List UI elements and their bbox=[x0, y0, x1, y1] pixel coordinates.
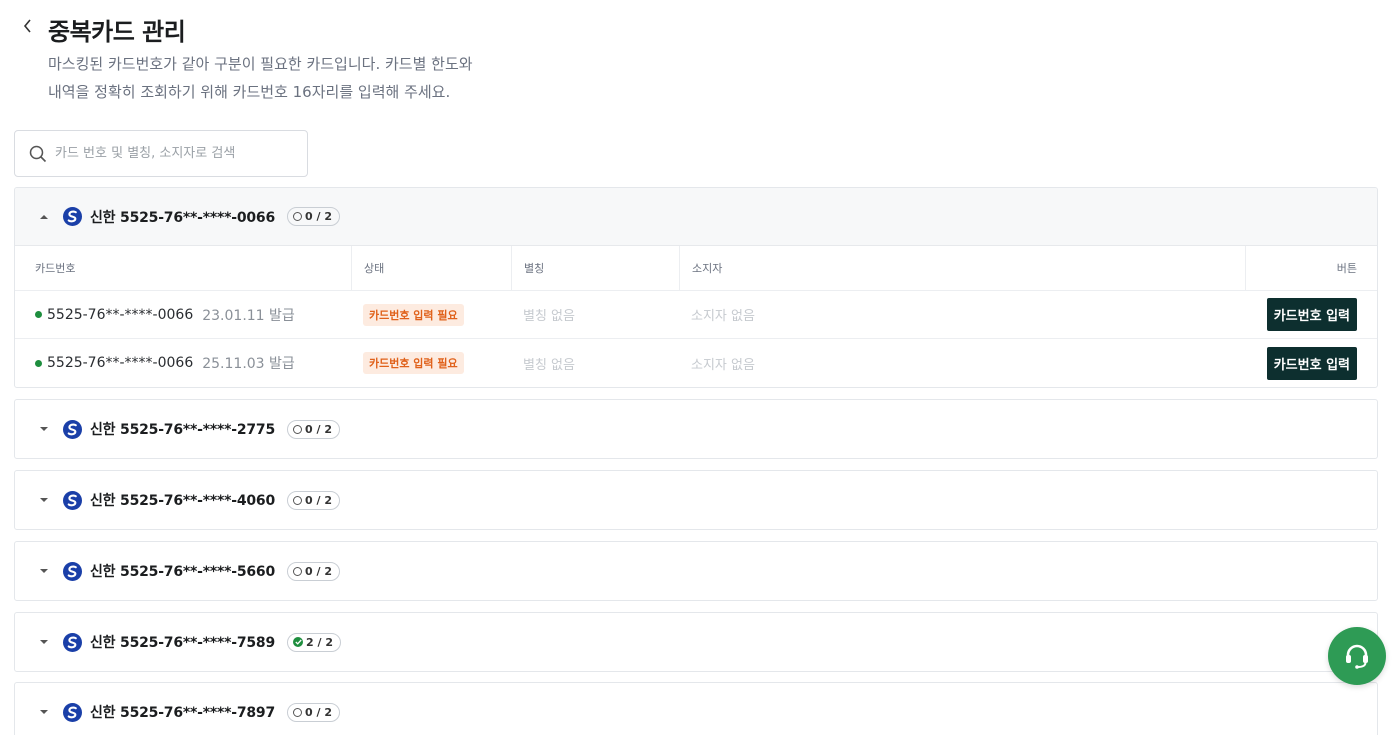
progress-badge: 0 / 2 bbox=[287, 207, 340, 226]
progress-badge: 0 / 2 bbox=[287, 702, 340, 722]
caret-down-icon bbox=[39, 424, 49, 434]
holder-cell: 소지자 없음 bbox=[679, 339, 1245, 387]
card-group-header[interactable]: 신한 5525-76**-****-2775 0 / 2 bbox=[15, 400, 1377, 458]
shinhan-logo-icon bbox=[63, 207, 82, 226]
card-group-title: 신한 5525-76**-****-2775 bbox=[90, 422, 276, 438]
progress-count: 0 / 2 bbox=[305, 705, 332, 719]
progress-count: 2 / 2 bbox=[306, 635, 333, 649]
back-button[interactable] bbox=[18, 14, 38, 38]
table-row: 5525-76**-****-0066 25.11.03 발급 카드번호 입력 … bbox=[15, 339, 1377, 387]
table-header: 카드번호 상태 별칭 소지자 버튼 bbox=[15, 246, 1377, 291]
check-circle-icon bbox=[293, 637, 304, 647]
caret-up-icon bbox=[39, 212, 49, 222]
column-header-card-number: 카드번호 bbox=[35, 262, 76, 275]
status-badge: 카드번호 입력 필요 bbox=[363, 352, 464, 374]
shinhan-logo-icon bbox=[63, 561, 82, 581]
progress-badge: 0 / 2 bbox=[287, 419, 340, 439]
column-header-alias: 별칭 bbox=[511, 246, 679, 290]
button-cell: 카드번호 입력 bbox=[1245, 339, 1377, 387]
shinhan-logo-icon bbox=[63, 702, 82, 722]
card-group: 신한 5525-76**-****-5660 0 / 2 bbox=[14, 541, 1378, 601]
card-group-title: 신한 5525-76**-****-7897 bbox=[90, 705, 276, 721]
alias-value: 별칭 없음 bbox=[523, 309, 575, 324]
card-group-header[interactable]: 신한 5525-76**-****-0066 0 / 2 bbox=[15, 188, 1377, 246]
holder-value: 소지자 없음 bbox=[691, 309, 755, 324]
column-header-button: 버튼 bbox=[1245, 246, 1377, 290]
card-group-header[interactable]: 신한 5525-76**-****-5660 0 / 2 bbox=[15, 542, 1377, 600]
holder-value: 소지자 없음 bbox=[691, 357, 755, 373]
status-badge: 카드번호 입력 필요 bbox=[363, 303, 464, 326]
column-header-holder: 소지자 bbox=[679, 246, 1245, 290]
card-group-title: 신한 5525-76**-****-7589 bbox=[90, 635, 276, 651]
page-description: 마스킹된 카드번호가 같아 구분이 필요한 카드입니다. 카드별 한도와 내역을… bbox=[48, 50, 608, 106]
card-number-cell: 5525-76**-****-0066 23.01.11 발급 bbox=[15, 291, 351, 338]
description-line-2: 내역을 정확히 조회하기 위해 카드번호 16자리를 입력해 주세요. bbox=[48, 83, 451, 101]
circle-empty-icon bbox=[293, 566, 303, 576]
card-group-header[interactable]: 신한 5525-76**-****-7589 2 / 2 bbox=[15, 613, 1377, 671]
progress-count: 0 / 2 bbox=[305, 422, 332, 436]
status-dot bbox=[35, 311, 42, 318]
card-group: 신한 5525-76**-****-2775 0 / 2 bbox=[14, 399, 1378, 459]
progress-count: 0 / 2 bbox=[305, 210, 332, 223]
card-group: 신한 5525-76**-****-0066 0 / 2 카드번호 상태 별칭 … bbox=[14, 187, 1378, 388]
card-group-title: 신한 5525-76**-****-4060 bbox=[90, 493, 276, 509]
circle-empty-icon bbox=[293, 495, 303, 505]
caret-down-icon bbox=[39, 707, 49, 717]
card-group-header[interactable]: 신한 5525-76**-****-4060 0 / 2 bbox=[15, 471, 1377, 529]
circle-empty-icon bbox=[293, 707, 303, 717]
caret-down-icon bbox=[39, 637, 49, 647]
customer-support-button[interactable] bbox=[1328, 627, 1386, 685]
card-group-title: 신한 5525-76**-****-5660 bbox=[90, 564, 276, 580]
card-group: 신한 5525-76**-****-7589 2 / 2 bbox=[14, 612, 1378, 672]
status-dot bbox=[35, 359, 42, 367]
alias-cell: 별칭 없음 bbox=[511, 339, 679, 387]
page-title: 중복카드 관리 bbox=[48, 18, 186, 46]
shinhan-logo-icon bbox=[63, 490, 82, 510]
card-group-title: 신한 5525-76**-****-0066 bbox=[90, 209, 276, 226]
search-box bbox=[14, 130, 308, 177]
column-header-status: 상태 bbox=[351, 246, 511, 290]
shinhan-logo-icon bbox=[63, 632, 82, 652]
button-cell: 카드번호 입력 bbox=[1245, 291, 1377, 338]
card-number-cell: 5525-76**-****-0066 25.11.03 발급 bbox=[15, 339, 351, 387]
card-group: 신한 5525-76**-****-7897 0 / 2 bbox=[14, 682, 1378, 735]
description-line-1: 마스킹된 카드번호가 같아 구분이 필요한 카드입니다. 카드별 한도와 bbox=[48, 55, 473, 73]
issued-date: 23.01.11 발급 bbox=[202, 307, 295, 324]
alias-cell: 별칭 없음 bbox=[511, 291, 679, 338]
search-icon bbox=[29, 145, 47, 162]
progress-badge: 0 / 2 bbox=[287, 561, 340, 581]
progress-count: 0 / 2 bbox=[305, 493, 332, 507]
card-group-header[interactable]: 신한 5525-76**-****-7897 0 / 2 bbox=[15, 683, 1377, 735]
caret-down-icon bbox=[39, 566, 49, 576]
progress-count: 0 / 2 bbox=[305, 564, 332, 578]
status-cell: 카드번호 입력 필요 bbox=[351, 291, 511, 338]
shinhan-logo-icon bbox=[63, 419, 82, 439]
circle-empty-icon bbox=[293, 212, 303, 221]
headset-icon bbox=[1346, 644, 1368, 669]
search-input[interactable] bbox=[55, 146, 295, 161]
alias-value: 별칭 없음 bbox=[523, 357, 575, 373]
card-number: 5525-76**-****-0066 bbox=[47, 355, 194, 371]
enter-card-number-button[interactable]: 카드번호 입력 bbox=[1266, 298, 1357, 331]
table-row: 5525-76**-****-0066 23.01.11 발급 카드번호 입력 … bbox=[15, 291, 1377, 339]
progress-badge: 0 / 2 bbox=[287, 490, 340, 510]
progress-badge: 2 / 2 bbox=[287, 632, 341, 652]
chevron-left-icon bbox=[23, 19, 31, 33]
enter-card-number-button[interactable]: 카드번호 입력 bbox=[1266, 346, 1357, 380]
holder-cell: 소지자 없음 bbox=[679, 291, 1245, 338]
card-number: 5525-76**-****-0066 bbox=[47, 306, 194, 323]
caret-down-icon bbox=[39, 495, 49, 505]
issued-date: 25.11.03 발급 bbox=[202, 356, 295, 372]
circle-empty-icon bbox=[293, 424, 303, 434]
table-body: 5525-76**-****-0066 23.01.11 발급 카드번호 입력 … bbox=[15, 291, 1377, 387]
card-group: 신한 5525-76**-****-4060 0 / 2 bbox=[14, 470, 1378, 530]
status-cell: 카드번호 입력 필요 bbox=[351, 339, 511, 387]
